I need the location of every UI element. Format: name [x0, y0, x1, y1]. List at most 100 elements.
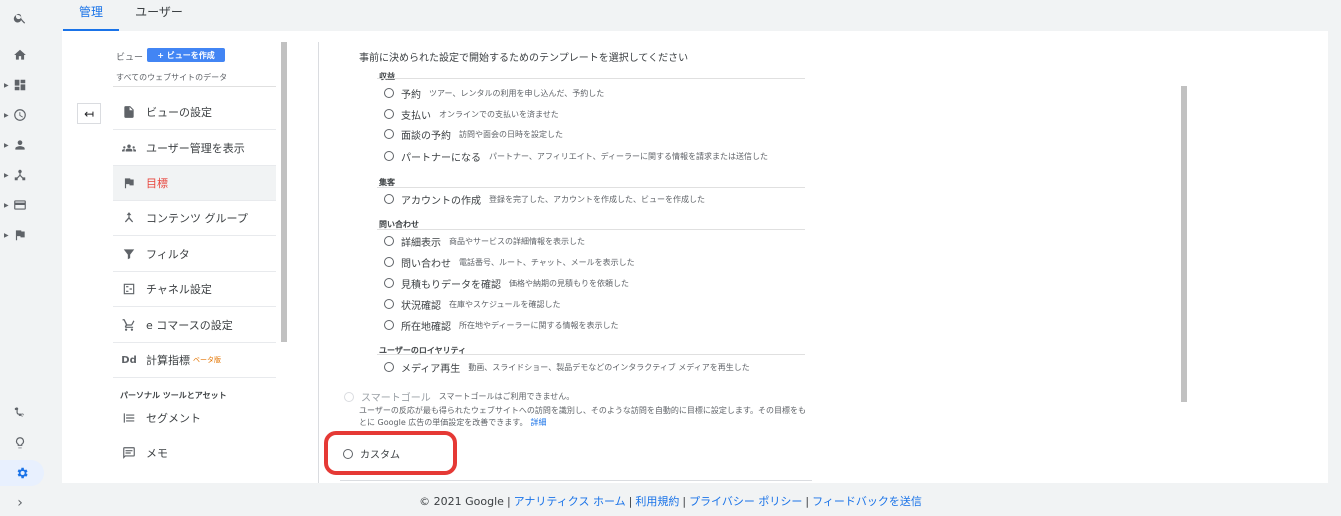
menu-item-user-management[interactable]: ユーザー管理を表示	[113, 131, 276, 166]
radio-button[interactable]	[384, 362, 394, 372]
radio-button[interactable]	[384, 278, 394, 288]
menu-item-label: フィルタ	[146, 248, 190, 261]
view-selector[interactable]: すべてのウェブサイトのデータ	[116, 72, 227, 83]
option-label: アカウントの作成	[401, 195, 481, 207]
terms-link[interactable]: 利用規約	[635, 495, 679, 508]
option-label: 問い合わせ	[401, 258, 451, 270]
goal-option-create-account[interactable]: アカウントの作成 登録を完了した、アカウントを作成した、ビューを作成した	[384, 192, 705, 207]
filter-funnel-icon	[121, 246, 137, 262]
menu-item-segments[interactable]: セグメント	[113, 400, 276, 435]
menu-item-label: メモ	[146, 446, 168, 460]
option-description: 動画、スライドショー、製品デモなどのインタラクティブ メディアを再生した	[468, 362, 750, 372]
radio-button[interactable]	[384, 151, 394, 161]
menu-item-label: チャネル設定	[146, 283, 212, 296]
menu-item-label: ビューの設定	[146, 106, 212, 119]
menu-item-label: 目標	[146, 177, 168, 190]
smart-goal-note-text: ユーザーの反応が最も得られたウェブサイトへの訪問を識別し、そのような訪問を自動的…	[359, 406, 807, 427]
arrow-left-icon: ↤	[83, 106, 95, 121]
option-description: オンラインでの支払いを済ませた	[439, 109, 559, 119]
radio-button[interactable]	[384, 88, 394, 98]
menu-item-view-settings[interactable]: ビューの設定	[113, 95, 276, 130]
send-feedback-link[interactable]: フィードバックを送信	[812, 495, 922, 508]
learn-more-link[interactable]: 詳細	[531, 418, 547, 427]
footer: © 2021 Google | アナリティクス ホーム | 利用規約 | プライバシー ポリ…	[419, 495, 922, 508]
option-label: 予約	[401, 89, 421, 101]
option-description: スマートゴールはご利用できません。	[438, 392, 575, 401]
menu-item-goals[interactable]: 目標	[113, 166, 276, 201]
left-nav-rail: ▶ ▶ ▶ ▶ ▶ ▶ ›	[0, 0, 44, 511]
option-label: スマートゴール	[361, 393, 431, 404]
copyright-text: © 2021 Google	[419, 495, 504, 508]
lightbulb-icon[interactable]	[0, 430, 40, 456]
smart-goal-option: スマートゴール スマートゴールはご利用できません。	[344, 389, 574, 404]
menu-item-content-groups[interactable]: コンテンツ グループ	[113, 201, 276, 236]
conversions-flag-icon[interactable]: ▶	[0, 222, 40, 248]
template-intro-text: 事前に決められた設定で開始するためのテンプレートを選択してください	[359, 53, 689, 64]
option-description: 登録を完了した、アカウントを作成した、ビューを作成した	[489, 194, 705, 204]
shopping-cart-icon	[121, 317, 137, 333]
menu-item-ecommerce-settings[interactable]: e コマースの設定	[113, 308, 276, 343]
goal-option-appointment[interactable]: 面談の予約 訪問や面会の日時を設定した	[384, 127, 563, 142]
radio-button[interactable]	[384, 257, 394, 267]
option-label: 所在地確認	[401, 321, 451, 333]
goal-option-custom[interactable]: カスタム	[343, 446, 408, 461]
radio-button[interactable]	[384, 129, 394, 139]
radio-button[interactable]	[384, 299, 394, 309]
realtime-clock-icon[interactable]: ▶	[0, 102, 40, 128]
right-scrollbar[interactable]	[1181, 86, 1187, 402]
radio-button[interactable]	[384, 236, 394, 246]
menu-item-label: e コマースの設定	[146, 319, 233, 332]
search-icon[interactable]	[0, 5, 40, 31]
left-scrollbar[interactable]	[281, 42, 287, 342]
goal-option-view-details[interactable]: 詳細表示 商品やサービスの詳細情報を表示した	[384, 234, 585, 249]
segment-icon	[121, 410, 137, 426]
option-description: ツアー、レンタルの利用を申し込んだ、予約した	[429, 88, 605, 98]
privacy-policy-link[interactable]: プライバシー ポリシー	[689, 495, 802, 508]
customization-icon[interactable]: ▶	[0, 72, 40, 98]
calculated-metrics-icon: Dd	[121, 354, 137, 366]
goal-option-contact[interactable]: 問い合わせ 電話番号、ルート、チャット、メールを表示した	[384, 255, 635, 270]
menu-item-notes[interactable]: メモ	[113, 435, 276, 470]
acquisition-icon[interactable]: ▶	[0, 162, 40, 188]
panel-right-area	[1188, 31, 1328, 483]
radio-button[interactable]	[343, 448, 353, 459]
tab-admin[interactable]: 管理	[63, 0, 119, 31]
menu-item-filters[interactable]: フィルタ	[113, 237, 276, 272]
people-icon	[121, 140, 137, 156]
analytics-home-link[interactable]: アナリティクス ホーム	[514, 495, 626, 508]
radio-button[interactable]	[384, 194, 394, 204]
top-tab-bar: 管理 ユーザー	[62, 0, 1328, 31]
comment-icon	[121, 445, 137, 461]
tab-user[interactable]: ユーザー	[127, 0, 191, 31]
group-divider	[377, 229, 805, 230]
menu-item-calculated-metrics[interactable]: Dd 計算指標 ベータ版	[113, 343, 276, 378]
goal-option-quote[interactable]: 見積もりデータを確認 価格や納期の見積もりを依頼した	[384, 276, 629, 291]
flag-icon	[121, 175, 137, 191]
attribution-icon[interactable]	[0, 400, 40, 426]
radio-button[interactable]	[384, 320, 394, 330]
column-divider	[318, 42, 319, 483]
menu-item-channel-settings[interactable]: チャネル設定	[113, 272, 276, 307]
admin-gear-icon[interactable]	[0, 460, 44, 486]
divider	[113, 86, 276, 87]
goal-option-payment[interactable]: 支払い オンラインでの支払いを済ませた	[384, 107, 559, 122]
behavior-icon[interactable]: ▶	[0, 192, 40, 218]
option-label: パートナーになる	[401, 152, 481, 164]
option-label: カスタム	[360, 450, 400, 461]
goal-option-check-status[interactable]: 状況確認 在庫やスケジュールを確認した	[384, 297, 560, 312]
goal-option-media-play[interactable]: メディア再生 動画、スライドショー、製品デモなどのインタラクティブ メディアを再…	[384, 360, 750, 375]
create-view-button[interactable]: + ビューを作成	[147, 48, 225, 62]
beta-badge: ベータ版	[193, 356, 221, 364]
audience-person-icon[interactable]: ▶	[0, 132, 40, 158]
goal-option-location[interactable]: 所在地確認 所在地やディーラーに関する情報を表示した	[384, 318, 619, 333]
option-description: 所在地やディーラーに関する情報を表示した	[459, 320, 619, 330]
group-heading-revenue: 収益	[379, 72, 395, 81]
home-icon[interactable]	[0, 42, 40, 68]
goal-option-reservation[interactable]: 予約 ツアー、レンタルの利用を申し込んだ、予約した	[384, 86, 605, 101]
back-arrow-button[interactable]: ↤	[77, 103, 101, 124]
smart-goal-note: ユーザーの反応が最も得られたウェブサイトへの訪問を識別し、そのような訪問を自動的…	[359, 405, 809, 429]
goal-option-become-partner[interactable]: パートナーになる パートナー、アフィリエイト、ディーラーに関する情報を請求または…	[384, 149, 768, 164]
radio-button[interactable]	[384, 109, 394, 119]
option-label: 詳細表示	[401, 237, 441, 249]
menu-item-label: コンテンツ グループ	[146, 212, 248, 225]
